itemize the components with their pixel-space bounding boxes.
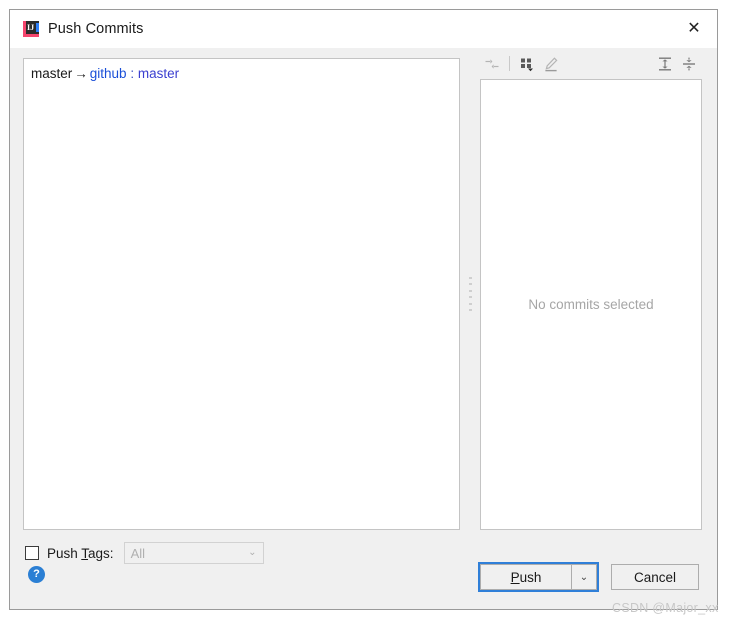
arrow-icon: →	[74, 66, 88, 81]
dialog-titlebar: IJ Push Commits ✕	[10, 10, 717, 48]
help-icon[interactable]: ?	[28, 566, 45, 583]
push-button[interactable]: Push	[480, 564, 571, 590]
edit-pencil-icon[interactable]	[539, 53, 563, 75]
expand-all-icon[interactable]	[653, 53, 677, 75]
details-toolbar	[477, 48, 705, 79]
remote-name-label[interactable]: github	[90, 66, 127, 81]
toolbar-separator	[509, 56, 510, 71]
close-icon[interactable]: ✕	[671, 10, 717, 48]
push-target-list[interactable]: master → github : master	[23, 58, 460, 530]
remote-branch-label[interactable]: master	[138, 66, 179, 81]
list-item[interactable]: master → github : master	[24, 59, 459, 81]
collapse-arrows-icon[interactable]	[480, 53, 504, 75]
dialog-content: master → github : master No commits sele…	[10, 48, 717, 609]
splitter-grip-icon	[468, 277, 472, 311]
commit-details-view[interactable]: No commits selected	[480, 79, 702, 530]
intellij-idea-icon: IJ	[23, 21, 39, 37]
empty-state-message: No commits selected	[528, 297, 654, 312]
commit-details-panel: No commits selected	[477, 48, 705, 540]
collapse-all-icon[interactable]	[677, 53, 701, 75]
watermark: CSDN @Major_xx	[612, 601, 719, 615]
cancel-button[interactable]: Cancel	[611, 564, 699, 590]
dialog-title: Push Commits	[48, 21, 144, 37]
group-by-icon[interactable]	[515, 53, 539, 75]
panel-splitter[interactable]	[465, 58, 475, 530]
push-split-button: Push ⌄	[478, 562, 599, 592]
dialog-footer: ? Push ⌄ Cancel	[10, 557, 717, 609]
local-branch-label: master	[31, 66, 73, 81]
dialog-buttons: Push ⌄ Cancel	[478, 562, 699, 592]
push-commits-dialog: IJ Push Commits ✕ master → github : master	[9, 9, 718, 610]
push-dropdown-button[interactable]: ⌄	[571, 564, 597, 590]
